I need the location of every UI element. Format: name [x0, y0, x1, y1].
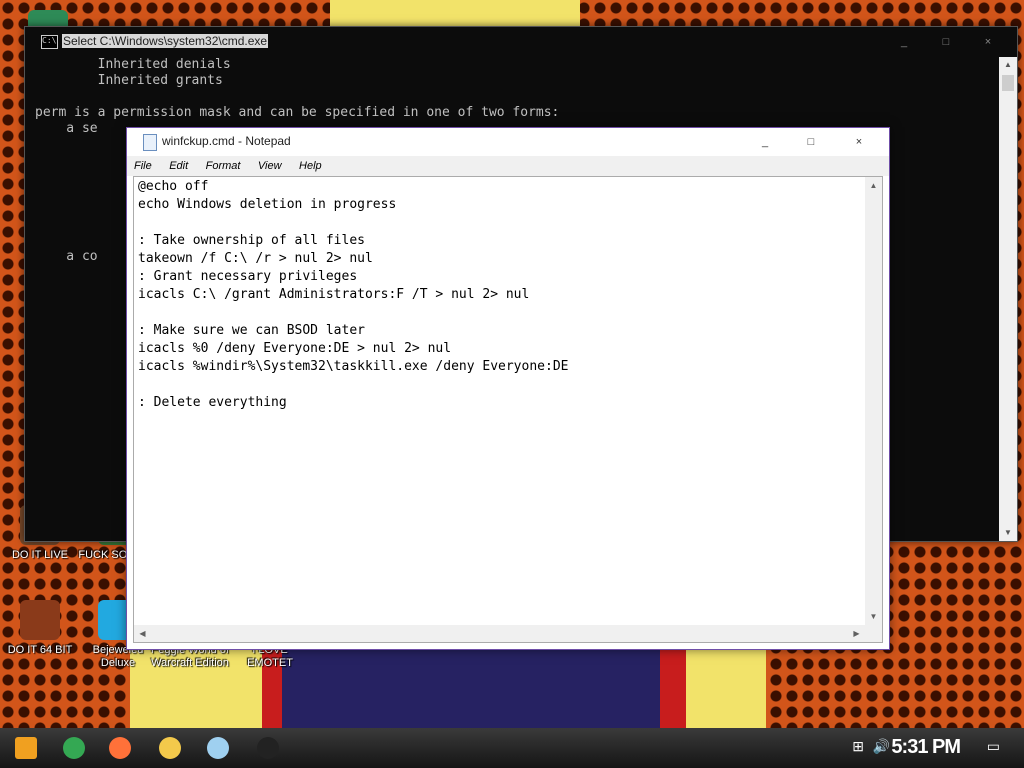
wallpaper-red-stripe-2 — [660, 648, 686, 728]
network-icon[interactable]: ⊞ — [852, 738, 864, 755]
cmd-maximize-button[interactable]: □ — [931, 33, 961, 51]
menu-file[interactable]: File — [127, 157, 158, 172]
notepad-line — [138, 376, 864, 394]
notepad-window[interactable]: winfckup.cmd - Notepad _ □ × File Edit F… — [126, 127, 890, 650]
scroll-right-arrow-icon[interactable]: ▶ — [848, 625, 865, 642]
file-explorer-icon[interactable] — [150, 732, 190, 764]
notepad-line: icacls %0 /deny Everyone:DE > nul 2> nul — [138, 341, 452, 356]
notepad-line: @echo off — [138, 179, 209, 194]
notepad-icon — [143, 134, 157, 151]
notepad-line — [138, 214, 864, 232]
notepad-close-button[interactable]: × — [839, 132, 879, 152]
cmd-line — [35, 89, 997, 105]
firefox-icon[interactable] — [100, 732, 140, 764]
scroll-down-arrow-icon[interactable]: ▼ — [865, 608, 882, 625]
menu-edit[interactable]: Edit — [162, 157, 194, 172]
notepad-resize-grip[interactable] — [865, 625, 882, 642]
cmd-scroll-up-arrow[interactable]: ▲ — [999, 57, 1017, 73]
scroll-up-arrow-icon[interactable]: ▲ — [865, 177, 882, 194]
notepad-taskbar-icon-glyph — [207, 737, 229, 759]
wallpaper-yellow-shape-right — [686, 648, 766, 728]
cmd-line: Inherited denials — [35, 57, 231, 72]
cmd-close-button[interactable]: × — [973, 33, 1003, 51]
notepad-maximize-button[interactable]: □ — [791, 132, 831, 152]
cmd-taskbar-icon-glyph — [257, 737, 279, 759]
menu-help[interactable]: Help — [292, 157, 328, 172]
desktop-icon[interactable]: DO IT 64 BIT — [0, 600, 80, 657]
cmd-scroll-down-arrow[interactable]: ▼ — [999, 525, 1017, 541]
cmd-title: Select C:\Windows\system32\cmd.exe — [62, 34, 269, 48]
notepad-taskbar-icon[interactable] — [198, 732, 238, 764]
notepad-vertical-scrollbar[interactable]: ▲ ▼ — [865, 177, 882, 625]
file-explorer-icon-glyph — [159, 737, 181, 759]
menu-format[interactable]: Format — [199, 157, 247, 172]
firefox-icon-glyph — [109, 737, 131, 759]
notepad-line: echo Windows deletion in progress — [138, 197, 397, 212]
chrome-icon[interactable] — [54, 732, 94, 764]
cmd-line: Inherited grants — [35, 73, 223, 88]
notepad-line: : Delete everything — [138, 395, 287, 410]
cmd-icon: C:\ — [41, 35, 58, 49]
notepad-line: : Grant necessary privileges — [138, 269, 358, 284]
notepad-text-area[interactable]: @echo off echo Windows deletion in progre… — [138, 178, 864, 624]
cmd-scrollbar[interactable]: ▲ ▼ — [999, 57, 1017, 541]
notepad-line: icacls %windir%\System32\taskkill.exe /d… — [138, 359, 569, 374]
notepad-horizontal-scrollbar[interactable]: ◀ ▶ — [134, 625, 865, 642]
notepad-editor[interactable]: @echo off echo Windows deletion in progre… — [133, 176, 883, 643]
chrome-icon-glyph — [63, 737, 85, 759]
wallpaper-city-scene — [282, 648, 660, 728]
start-button[interactable] — [6, 732, 46, 764]
notepad-title: winfckup.cmd - Notepad — [162, 134, 291, 148]
cmd-line: perm is a permission mask and can be spe… — [35, 105, 560, 120]
notepad-line: : Take ownership of all files — [138, 233, 365, 248]
notepad-line: takeown /f C:\ /r > nul 2> nul — [138, 251, 373, 266]
menu-view[interactable]: View — [251, 157, 288, 172]
notepad-line — [138, 304, 864, 322]
cmd-scroll-thumb[interactable] — [1002, 75, 1014, 91]
cmd-titlebar[interactable]: C:\ Select C:\Windows\system32\cmd.exe _… — [25, 27, 1017, 57]
taskbar: ⊞ 🔊 5:31 PM ▭ — [0, 728, 1024, 768]
cmd-minimize-button[interactable]: _ — [889, 33, 919, 51]
desktop-icon-image — [20, 600, 60, 640]
notepad-line: icacls C:\ /grant Administrators:F /T > … — [138, 287, 530, 302]
volume-icon[interactable]: 🔊 — [873, 738, 890, 755]
wallpaper-yellow-shape — [330, 0, 580, 26]
scroll-left-arrow-icon[interactable]: ◀ — [134, 625, 151, 642]
start-button-glyph — [15, 737, 37, 759]
notification-center-icon[interactable]: ▭ — [987, 738, 1000, 755]
notepad-menubar: File Edit Format View Help — [127, 156, 889, 176]
taskbar-clock[interactable]: 5:31 PM — [891, 736, 961, 759]
desktop-icon-label: DO IT 64 BIT — [7, 644, 73, 656]
notepad-titlebar[interactable]: winfckup.cmd - Notepad _ □ × — [127, 128, 889, 156]
desktop-icon-label: DO IT LIVE — [11, 549, 69, 561]
notepad-minimize-button[interactable]: _ — [745, 132, 785, 152]
notepad-line: : Make sure we can BSOD later — [138, 323, 365, 338]
cmd-taskbar-icon[interactable] — [248, 732, 288, 764]
